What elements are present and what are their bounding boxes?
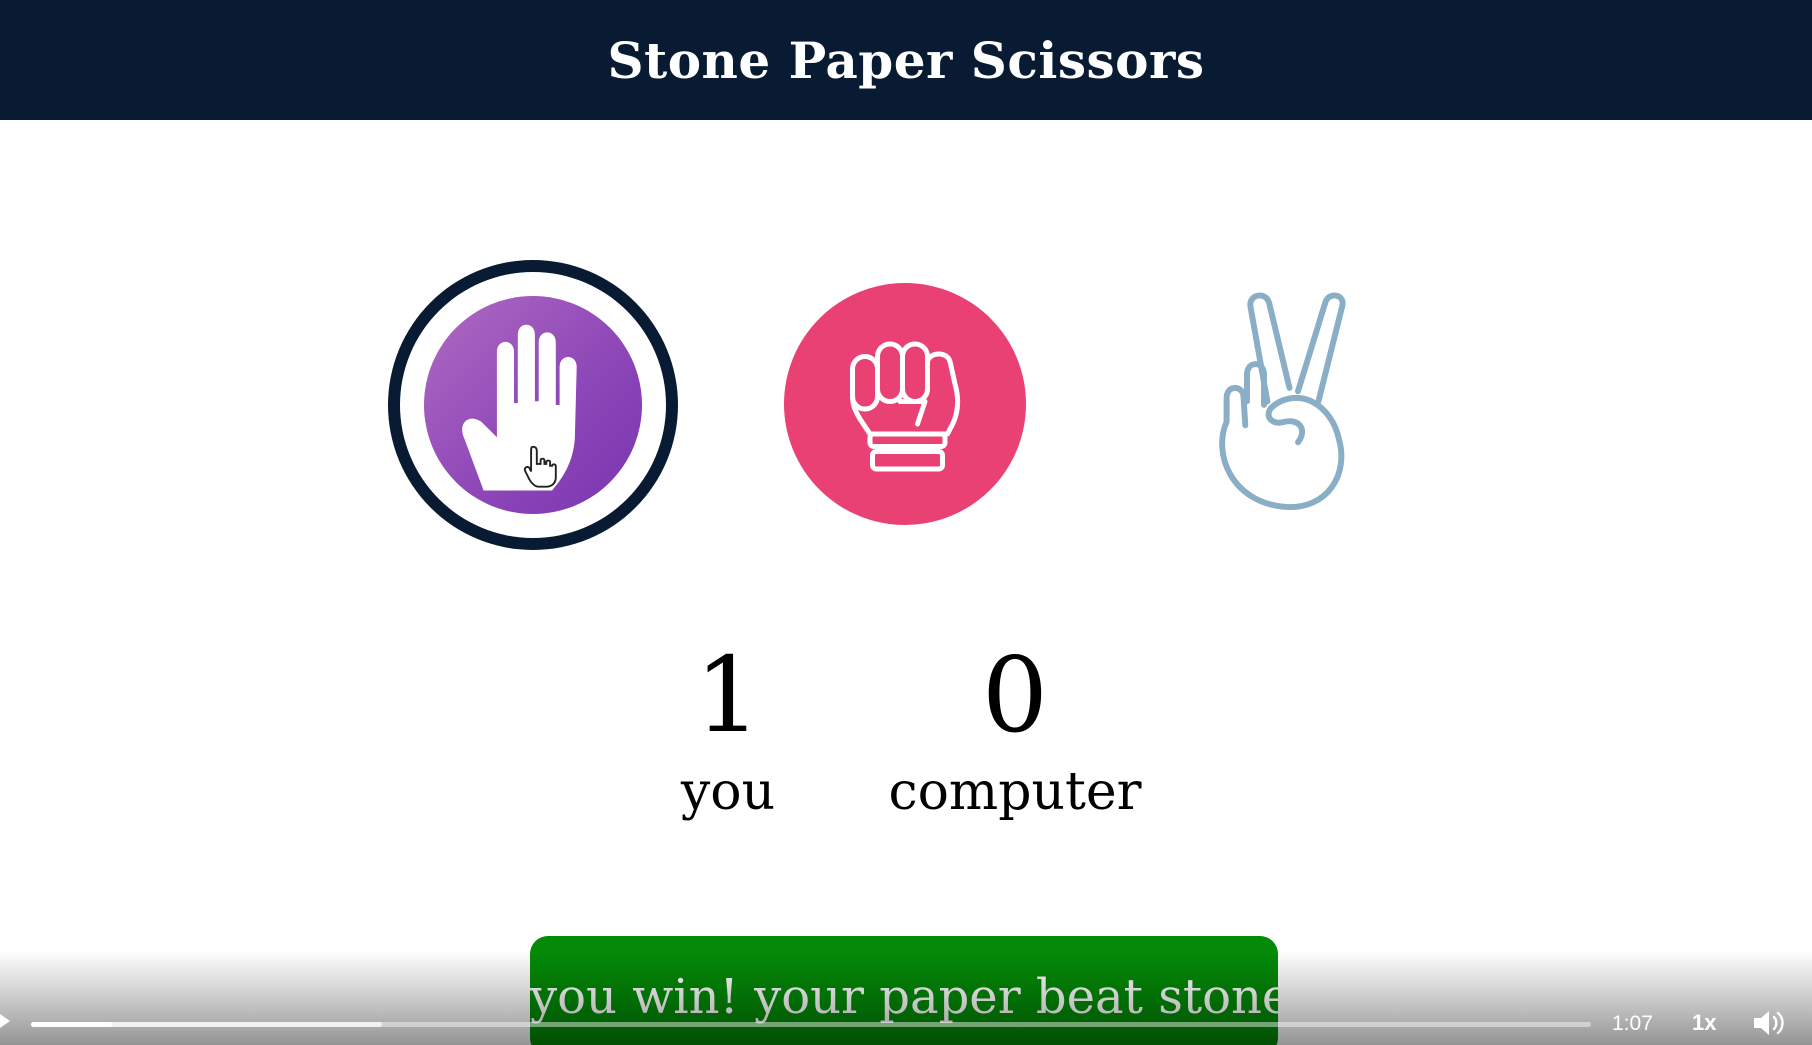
user-score-block: 1 you bbox=[628, 640, 828, 822]
user-score-label: you bbox=[680, 762, 776, 822]
header: Stone Paper Scissors bbox=[0, 0, 1812, 120]
video-progress-bar[interactable] bbox=[31, 1022, 1591, 1027]
fist-icon bbox=[850, 341, 961, 472]
video-time: 1:07 bbox=[1612, 1012, 1653, 1035]
result-message: you win! your paper beat stone bbox=[530, 936, 1278, 1045]
computer-score-label: computer bbox=[888, 762, 1142, 822]
open-hand-icon bbox=[462, 324, 577, 491]
stone-choice[interactable] bbox=[784, 283, 1026, 525]
user-score: 1 bbox=[694, 634, 762, 756]
paper-choice[interactable] bbox=[388, 260, 678, 550]
volume-icon bbox=[1754, 1011, 1784, 1035]
game-page: Stone Paper Scissors 1 you 0 computer yo… bbox=[0, 0, 1812, 1045]
computer-score-block: 0 computer bbox=[880, 640, 1150, 822]
play-icon[interactable] bbox=[0, 1014, 10, 1028]
page-title: Stone Paper Scissors bbox=[607, 30, 1205, 90]
volume-button[interactable] bbox=[1752, 1008, 1788, 1038]
scissors-choice[interactable] bbox=[1160, 283, 1402, 525]
computer-score: 0 bbox=[981, 634, 1049, 756]
playback-speed-button[interactable]: 1x bbox=[1692, 1010, 1716, 1036]
paper-circle bbox=[424, 296, 642, 514]
video-progress-played bbox=[31, 1022, 113, 1027]
victory-hand-icon bbox=[1219, 292, 1346, 510]
